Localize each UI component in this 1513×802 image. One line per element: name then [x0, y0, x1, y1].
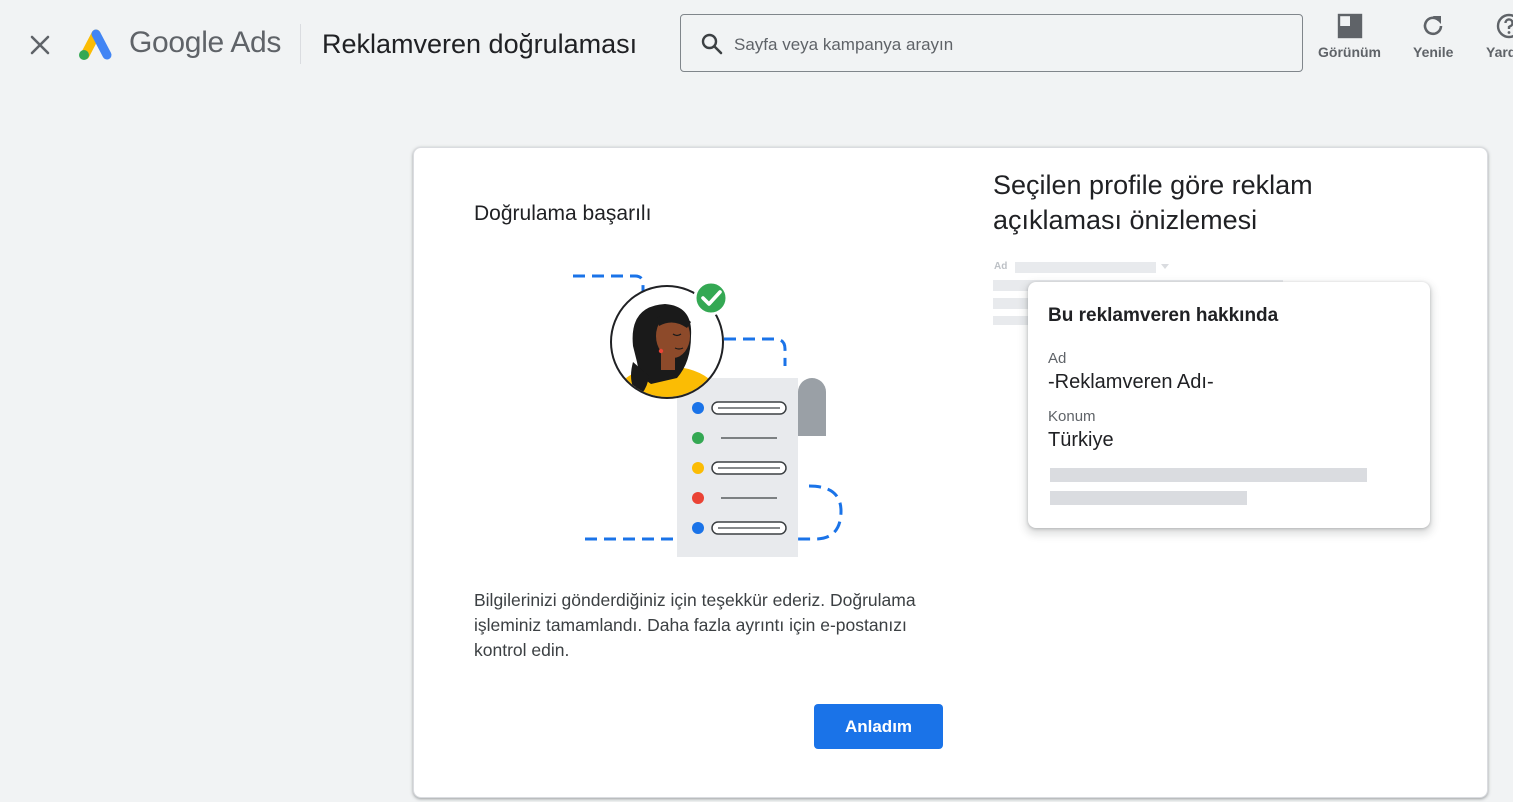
placeholder-line [1050, 491, 1247, 505]
google-ads-logo-icon [76, 26, 116, 62]
header-divider [300, 24, 301, 64]
advertiser-card-title: Bu reklamveren hakkında [1048, 305, 1279, 326]
advertiser-name-label: Ad [1048, 350, 1067, 367]
appearance-label: Görünüm [1318, 44, 1381, 60]
success-title: Doğrulama başarılı [474, 202, 652, 225]
page-title: Reklamveren doğrulaması [322, 29, 638, 59]
advertiser-location-value: Türkiye [1048, 429, 1114, 451]
search-input[interactable]: Sayfa veya kampanya arayın [734, 35, 953, 55]
advertiser-name-value: -Reklamveren Adı- [1048, 371, 1214, 393]
confirmation-message: Bilgilerinizi gönderdiğiniz için teşekkü… [474, 590, 916, 660]
check-badge-icon [693, 280, 729, 316]
brand-name: Google Ads [129, 26, 282, 59]
advertiser-info-card: Bu reklamveren hakkında Ad -Reklamveren … [1028, 282, 1430, 528]
preview-title: Seçilen profile göre reklam açıklaması ö… [993, 170, 1313, 235]
search-box[interactable]: Sayfa veya kampanya arayın [680, 14, 1303, 72]
ad-badge: Ad [994, 261, 1008, 272]
placeholder-line [1050, 468, 1367, 482]
help-icon [1497, 13, 1513, 39]
verification-illustration [569, 266, 859, 566]
app-header: Google Ads Reklamveren doğrulaması Sayfa… [0, 0, 1513, 90]
help-button[interactable]: Yardım [1486, 12, 1513, 60]
refresh-icon [1423, 16, 1443, 36]
close-icon[interactable] [27, 32, 53, 58]
appearance-icon [1337, 13, 1362, 39]
advertiser-location-label: Konum [1048, 408, 1096, 425]
refresh-label: Yenile [1413, 44, 1454, 60]
search-icon [700, 32, 724, 56]
help-label: Yardım [1486, 44, 1513, 60]
got-it-button[interactable]: Anladım [814, 704, 943, 749]
appearance-button[interactable]: Görünüm [1318, 12, 1381, 60]
refresh-button[interactable]: Yenile [1413, 12, 1453, 60]
verification-dialog: Doğrulama başarılı Bilgilerinizi gönderd… [413, 147, 1488, 798]
caret-down-icon [1161, 264, 1169, 269]
